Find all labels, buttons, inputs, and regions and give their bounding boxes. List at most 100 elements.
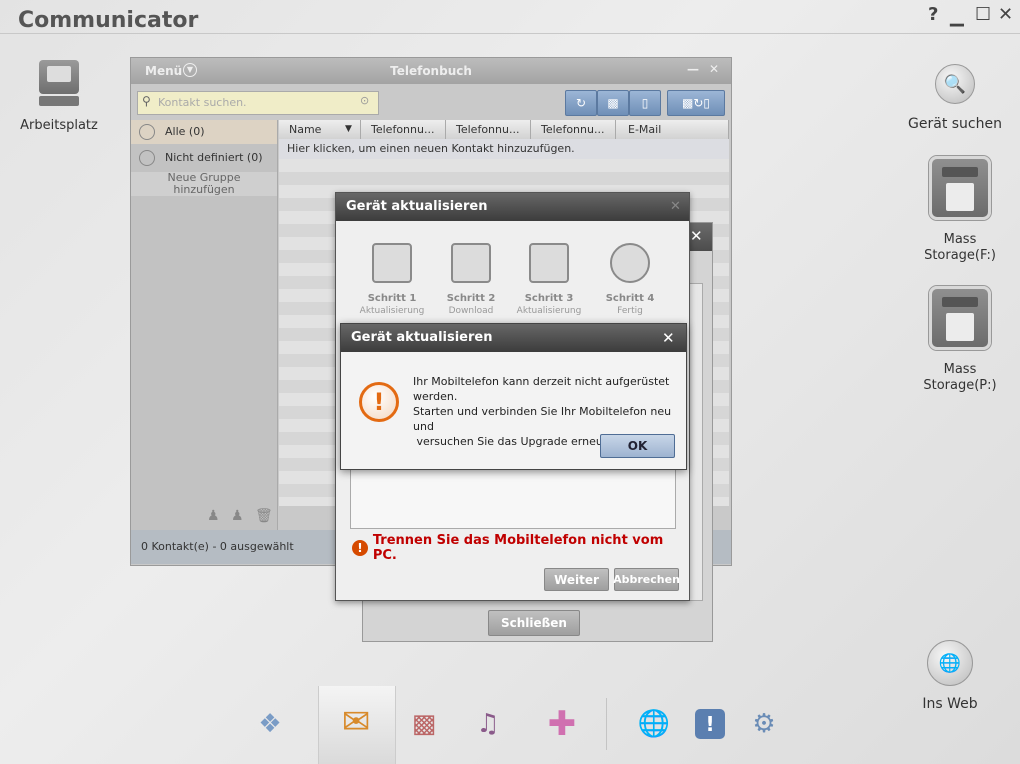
next-button[interactable]: Weiter (544, 568, 609, 591)
desktop-label: Ins Web (922, 696, 978, 712)
phonebook-titlebar: Menü ▼ Telefonbuch — ✕ (131, 58, 731, 84)
cancel-button[interactable]: Abbrechen (613, 568, 680, 591)
media-icon[interactable]: ♫ (466, 702, 510, 746)
error-dialog: Gerät aktualisieren ✕ ! Ihr Mobiltelefon… (340, 323, 687, 470)
error-line-1: Ihr Mobiltelefon kann derzeit nicht aufg… (413, 375, 670, 403)
close-icon[interactable]: ✕ (709, 62, 719, 76)
close-icon[interactable]: ✕ (662, 324, 675, 352)
maximize-button[interactable]: ☐ (975, 4, 991, 25)
download-icon (451, 243, 491, 283)
minimize-button[interactable]: ▁ (950, 6, 964, 27)
add-contact-icon[interactable]: ♟ (207, 508, 220, 524)
globe-icon: 🌐 (927, 640, 973, 686)
column-header-phone3[interactable]: Telefonnu... (531, 120, 616, 139)
contact-search-input[interactable]: ⚲ Kontakt suchen. ⊙ (137, 91, 379, 115)
info-icon[interactable]: ! (688, 702, 732, 746)
checkmark-icon (610, 243, 650, 283)
import-button[interactable]: ▯ (629, 90, 661, 116)
column-header-name[interactable]: Name ▼ (279, 120, 361, 139)
update-log-area (350, 469, 676, 529)
desktop-mass-storage-p[interactable]: Mass Storage(P:) (910, 286, 1010, 394)
step-subtitle: Aktualisierung (359, 306, 425, 316)
search-icon: ⚲ (142, 94, 151, 108)
error-dialog-titlebar: Gerät aktualisieren ✕ (341, 324, 686, 352)
status-text: 0 Kontakt(e) - 0 ausgewählt (141, 540, 294, 553)
phone-message-icon[interactable]: ✉ (330, 692, 382, 752)
app-title: Communicator (18, 8, 199, 33)
step-title: Schritt 3 (524, 293, 574, 304)
pc-phone-sync-button[interactable]: ▩↻▯ (667, 90, 725, 116)
globe-upload-icon[interactable]: 🌐 (632, 702, 676, 746)
minimize-icon[interactable]: — (687, 62, 699, 76)
disconnect-warning: ! Trennen Sie das Mobiltelefon nicht vom… (352, 533, 689, 563)
contacts-icon (139, 124, 155, 140)
step-subtitle: Aktualisierung (516, 306, 582, 316)
dock-divider (606, 698, 607, 750)
step-subtitle: Fertig (617, 306, 643, 316)
contact-icon (139, 150, 155, 166)
column-label: Name (289, 123, 322, 136)
help-button[interactable]: ? (928, 4, 938, 25)
step-subtitle: Download (448, 306, 494, 316)
update-dialog-titlebar: Gerät aktualisieren ✕ (336, 193, 689, 221)
column-header-phone2[interactable]: Telefonnu... (446, 120, 531, 139)
desktop-arbeitsplatz[interactable]: Arbeitsplatz (18, 60, 100, 133)
step-title: Schritt 4 (605, 293, 655, 304)
close-button[interactable]: Schließen (488, 610, 580, 636)
column-header-email[interactable]: E-Mail (616, 120, 729, 139)
warning-text: Trennen Sie das Mobiltelefon nicht vom P… (372, 533, 664, 563)
sync-icon: ↻ (575, 96, 587, 110)
checklist-icon (372, 243, 412, 283)
step-title: Schritt 2 (446, 293, 496, 304)
mass-storage-icon (929, 286, 991, 350)
upgrade-icon (529, 243, 569, 283)
puzzle-icon[interactable]: ❖ (248, 702, 292, 746)
plus-icon[interactable]: ✚ (540, 702, 584, 746)
exclamation-icon: ! (359, 382, 399, 422)
pc-export-icon: ▩ (607, 96, 619, 110)
phonebook-title: Telefonbuch (390, 64, 472, 78)
desktop-label: Arbeitsplatz (20, 118, 98, 133)
error-dialog-title: Gerät aktualisieren (351, 330, 493, 345)
clear-icon[interactable]: ⊙ (360, 94, 369, 107)
desktop-label: Gerät suchen (908, 116, 1002, 132)
add-contact-row[interactable]: Hier klicken, um einen neuen Kontakt hin… (279, 139, 729, 159)
step-4: Schritt 4 Fertig (590, 243, 670, 316)
group-label: Alle (0) (165, 125, 205, 138)
close-button[interactable]: ✕ (998, 4, 1013, 25)
group-panel: Alle (0) Nicht definiert (0) Neue Gruppe… (131, 120, 278, 530)
group-item-nicht-definiert[interactable]: Nicht definiert (0) (131, 146, 277, 170)
step-3: Schritt 3 Aktualisierung (509, 243, 589, 316)
title-divider (0, 33, 1020, 34)
error-line-2: Starten und verbinden Sie Ihr Mobiltelef… (413, 405, 672, 433)
pc-phone-sync-icon: ▩↻▯ (682, 96, 710, 110)
sort-icon: ▼ (345, 124, 352, 134)
update-dialog-title: Gerät aktualisieren (346, 199, 488, 214)
add-group-icon[interactable]: ♟ (231, 508, 244, 524)
desktop-label: Mass Storage(P:) (923, 362, 997, 393)
sync-button[interactable]: ↻ (565, 90, 597, 116)
step-title: Schritt 1 (367, 293, 417, 304)
trash-icon[interactable]: 🗑 (255, 508, 273, 524)
desktop-mass-storage-f[interactable]: Mass Storage(F:) (910, 156, 1010, 264)
search-placeholder: Kontakt suchen. (158, 96, 247, 109)
step-1: Schritt 1 Aktualisierung (352, 243, 432, 316)
computer-icon (18, 60, 100, 106)
group-item-alle[interactable]: Alle (0) (131, 120, 277, 144)
desktop-label: Mass Storage(F:) (924, 232, 996, 263)
phone-import-icon: ▯ (641, 96, 649, 110)
desktop-ins-web[interactable]: 🌐 Ins Web (900, 640, 1000, 712)
mass-storage-icon (929, 156, 991, 220)
close-icon[interactable]: ✕ (690, 227, 703, 245)
column-header-phone1[interactable]: Telefonnu... (361, 120, 446, 139)
close-icon[interactable]: ✕ (670, 193, 681, 221)
new-group-link[interactable]: Neue Gruppe hinzufügen (131, 172, 277, 196)
search-icon: 🔍 (935, 64, 975, 104)
ok-button[interactable]: OK (600, 434, 675, 458)
export-button[interactable]: ▩ (597, 90, 629, 116)
desktop-geraet-suchen[interactable]: 🔍 Gerät suchen (905, 64, 1005, 132)
warning-icon: ! (352, 540, 368, 556)
group-label: Nicht definiert (0) (165, 151, 263, 164)
settings-icon[interactable]: ⚙ (742, 702, 786, 746)
pda-icon[interactable]: ▩ (402, 702, 446, 746)
